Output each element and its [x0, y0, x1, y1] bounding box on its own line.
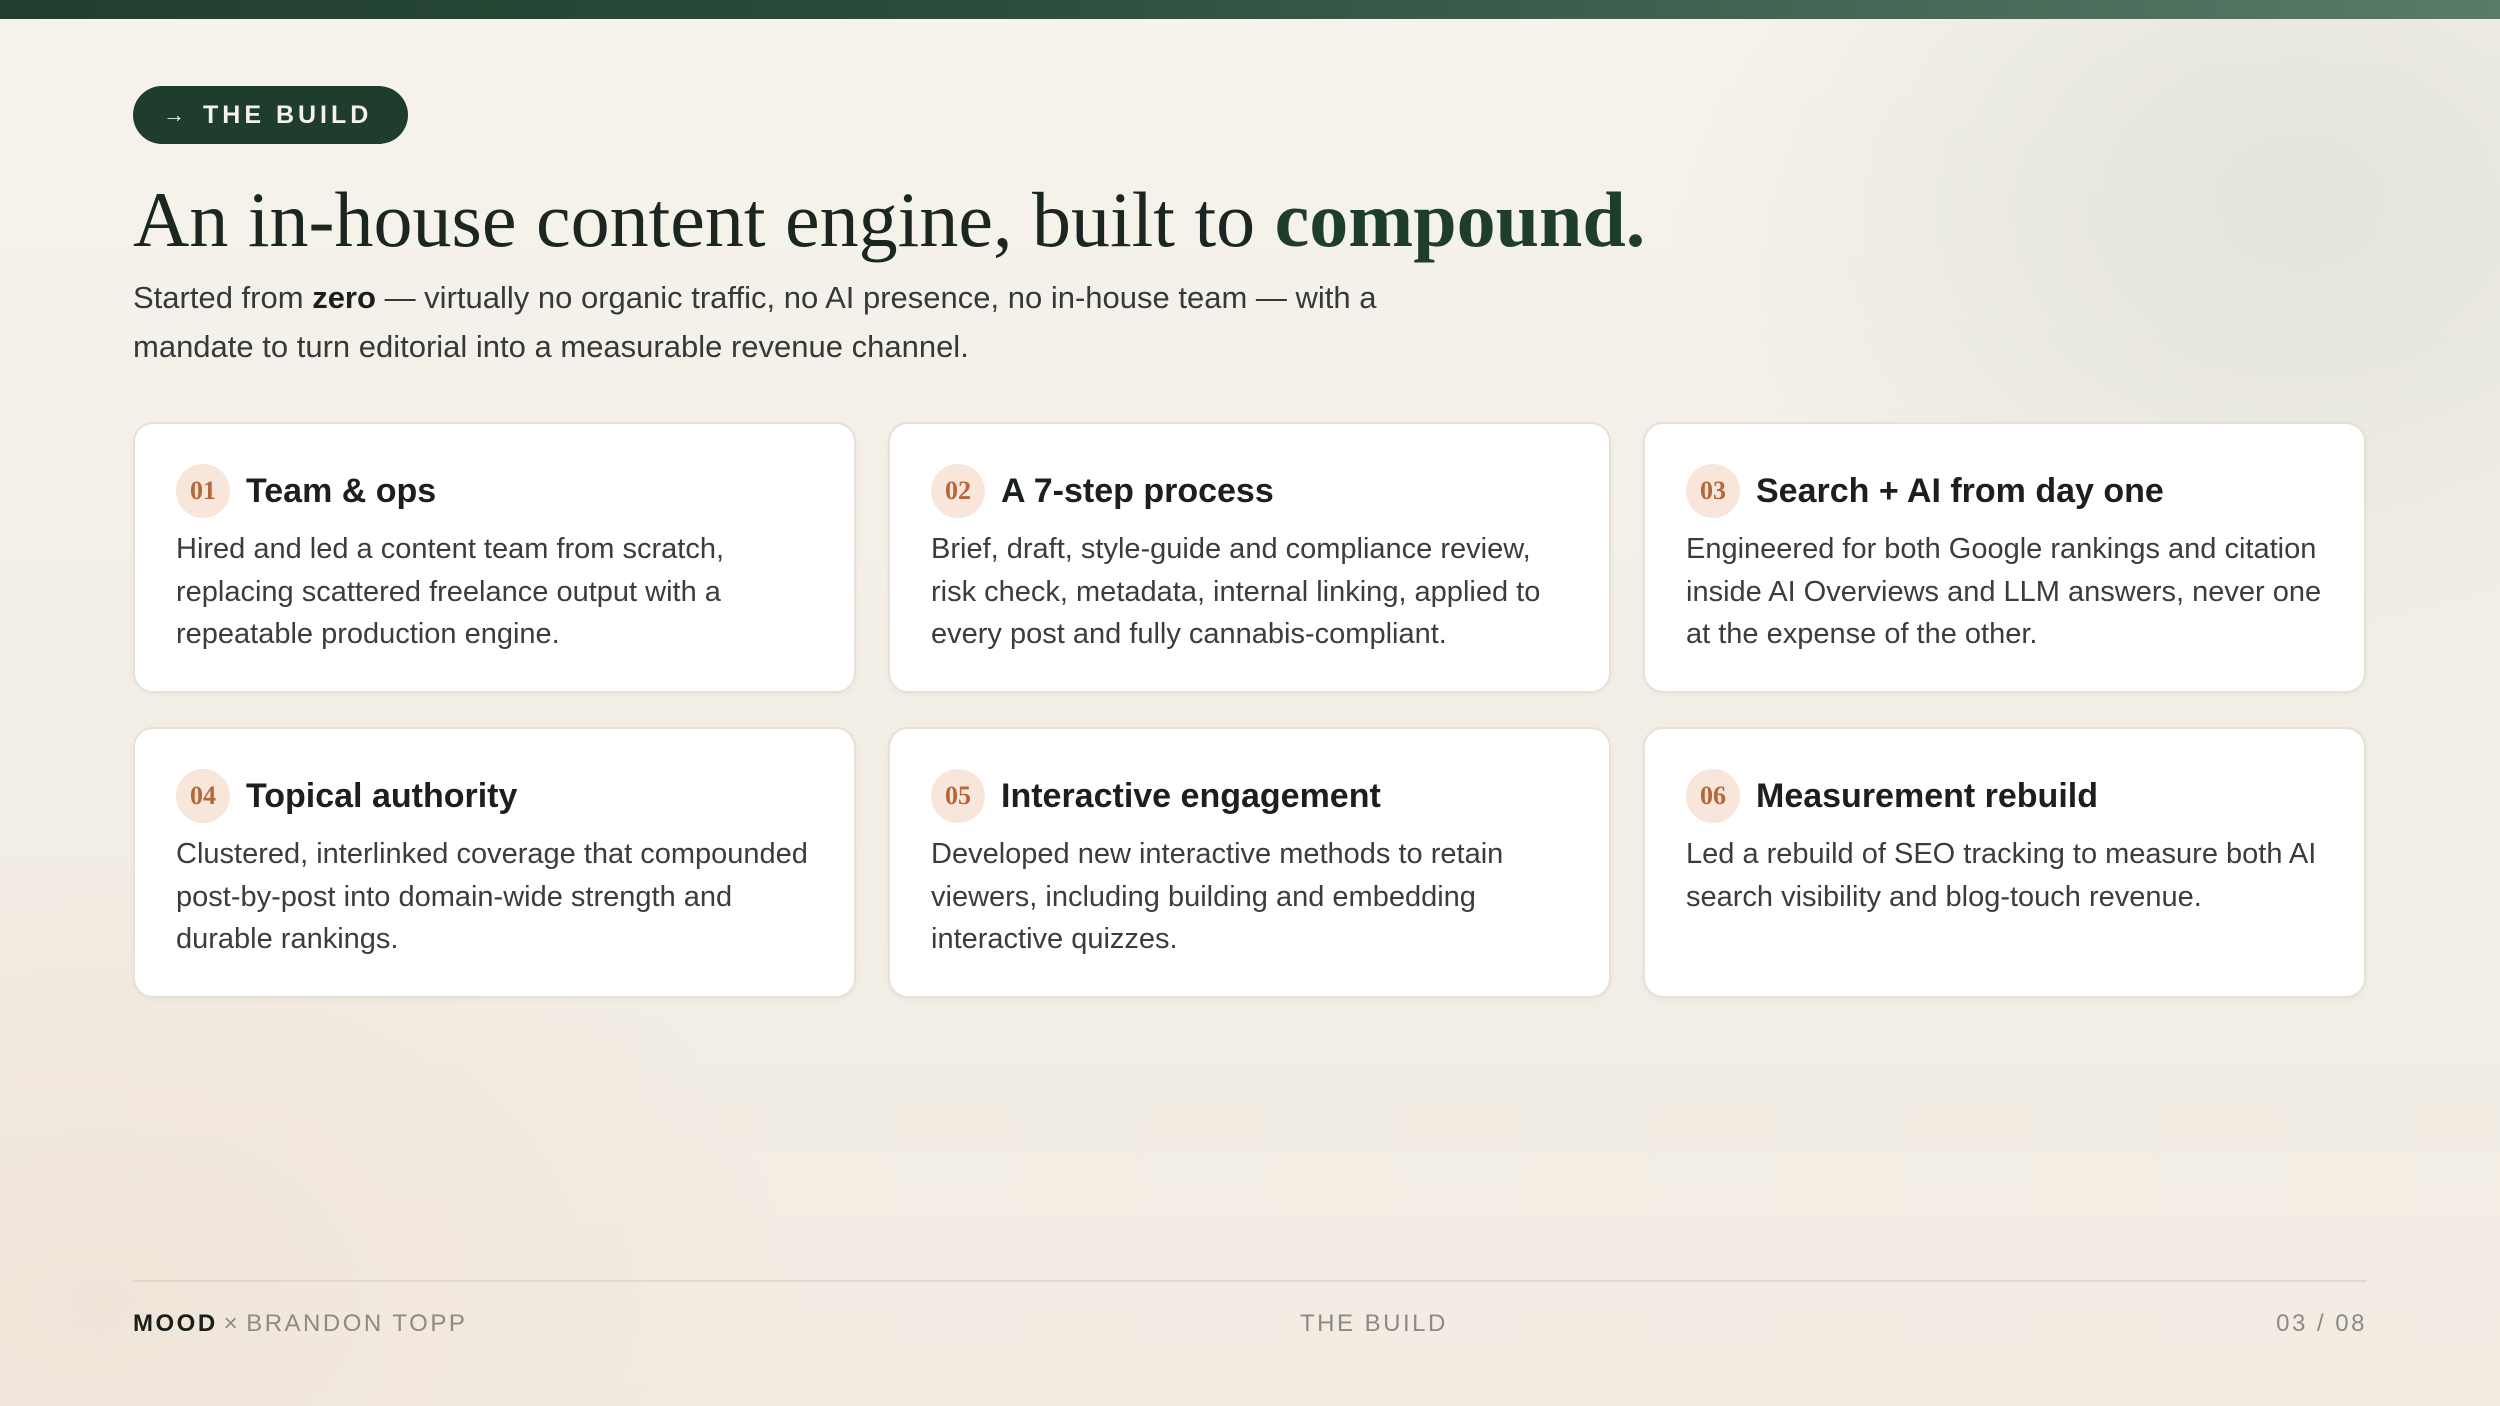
- card-title: Search + AI from day one: [1756, 472, 2164, 510]
- footer-brand: MOOD: [133, 1310, 218, 1337]
- right-arrow-icon: →: [163, 102, 185, 127]
- card-number-badge: 01: [176, 464, 230, 518]
- card-number-badge: 05: [931, 769, 985, 823]
- card-body: Hired and led a content team from scratc…: [176, 533, 725, 650]
- card-title: Interactive engagement: [1001, 777, 1381, 815]
- feature-card: 02 A 7-step process Brief, draft, style-…: [888, 422, 1611, 693]
- card-title: A 7-step process: [1001, 472, 1274, 510]
- footer-divider: [133, 1280, 2367, 1282]
- card-body: Engineered for both Google rankings and …: [1686, 533, 2322, 650]
- subtitle-before: Started from: [133, 280, 304, 315]
- footer-credit: MOOD × BRANDON TOPP: [133, 1310, 467, 1338]
- card-title: Topical authority: [246, 777, 518, 815]
- section-badge-label: THE BUILD: [203, 100, 373, 129]
- card-number-badge: 03: [1686, 464, 1740, 518]
- page-title-text: An in-house content engine, built to: [133, 176, 1256, 263]
- footer-author: BRANDON TOPP: [246, 1310, 468, 1337]
- card-body: Led a rebuild of SEO tracking to measure…: [1686, 838, 2317, 913]
- section-badge: → THE BUILD: [133, 86, 409, 144]
- card-body: Developed new interactive methods to ret…: [931, 838, 1504, 955]
- card-number-badge: 06: [1686, 769, 1740, 823]
- feature-card: 05 Interactive engagement Developed new …: [888, 727, 1611, 998]
- card-title: Team & ops: [246, 472, 437, 510]
- feature-card: 04 Topical authority Clustered, interlin…: [133, 727, 856, 998]
- feature-card: 03 Search + AI from day one Engineered f…: [1643, 422, 2366, 693]
- subtitle-bold: zero: [312, 280, 376, 315]
- card-number-badge: 02: [931, 464, 985, 518]
- feature-card: 01 Team & ops Hired and led a content te…: [133, 422, 856, 693]
- footer-section-label: THE BUILD: [1300, 1310, 1448, 1337]
- page-title: An in-house content engine, built to com…: [133, 170, 1645, 270]
- feature-card: 06 Measurement rebuild Led a rebuild of …: [1643, 727, 2366, 998]
- card-number-badge: 04: [176, 769, 230, 823]
- page-counter: 03 / 08: [2276, 1310, 2367, 1337]
- top-accent-bar: [0, 0, 2500, 19]
- page-title-emphasis: compound.: [1274, 176, 1646, 263]
- page-subtitle: Started from zero — virtually no organic…: [133, 273, 1433, 371]
- footer-times: ×: [223, 1310, 241, 1337]
- card-body: Clustered, interlinked coverage that com…: [176, 838, 808, 955]
- card-body: Brief, draft, style-guide and compliance…: [931, 533, 1541, 650]
- card-title: Measurement rebuild: [1756, 777, 2098, 815]
